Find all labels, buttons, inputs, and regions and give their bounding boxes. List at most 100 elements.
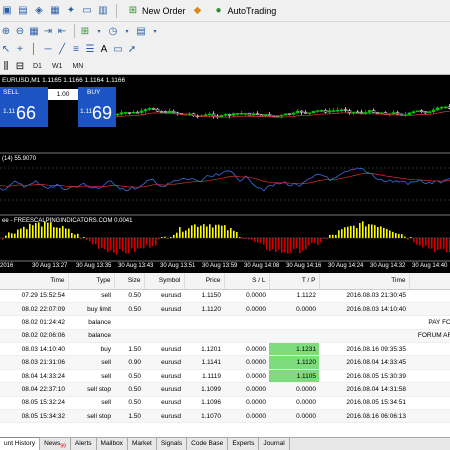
trendline-icon[interactable]: ╱ [56, 42, 68, 56]
histogram-bar [314, 238, 316, 244]
column-header[interactable]: Size [114, 273, 145, 290]
tab-news[interactable]: News99 [40, 438, 71, 450]
text-icon[interactable]: A [98, 42, 110, 56]
column-header[interactable]: Time [319, 273, 410, 290]
column-header[interactable]: S / L [224, 273, 270, 290]
candle-body [127, 112, 132, 114]
timeframe-d1[interactable]: D1 [28, 59, 47, 73]
candle-body [431, 109, 436, 112]
navigator-icon[interactable]: ✦ [64, 4, 78, 18]
zoom-out-icon[interactable]: ⊖ [14, 24, 26, 38]
periods-dropdown-icon[interactable]: ▾ [121, 24, 133, 38]
crosshair-icon[interactable]: + [14, 42, 26, 56]
one-click-sell-button[interactable]: SELL 1.11 66 [0, 87, 48, 127]
tab-alerts[interactable]: Alerts [71, 438, 97, 450]
cell-symbol: eurusd [144, 289, 184, 303]
column-header[interactable]: Price [184, 273, 225, 290]
histogram-bar [152, 238, 154, 247]
table-row[interactable]: 08.05 15:34:32 sell stop 1.50 eurusd 1.1070 0… [0, 409, 450, 424]
vertical-line-icon[interactable]: │ [28, 42, 40, 56]
cell-time: 08.05 15:32:24 [0, 396, 68, 411]
table-row[interactable]: 08.03 14:10:40 buy 1.50 eurusd 1.1201 0.0000 1… [0, 342, 450, 357]
templates-icon[interactable]: ▤ [135, 24, 147, 38]
timeframe-w1[interactable]: W1 [47, 59, 68, 73]
cell-sl: 0.0000 [224, 382, 269, 397]
tab-code-base[interactable]: Code Base [187, 438, 229, 450]
new-order-button[interactable]: ⊞ New Order [121, 2, 191, 20]
profiles-icon[interactable]: ▤ [16, 4, 30, 18]
histogram-bar [374, 225, 376, 238]
table-row[interactable]: 08.03 21:31:06 sell 0.90 eurusd 1.1141 0.0000… [0, 355, 450, 370]
strategy-tester-icon[interactable]: ▥ [96, 4, 110, 18]
channel-icon[interactable]: ≡ [70, 42, 82, 56]
histogram-bar [293, 238, 295, 249]
indicators-icon[interactable]: ⊞ [79, 24, 91, 38]
candle-body [231, 113, 236, 116]
rsi-line [0, 167, 450, 192]
fibonacci-icon[interactable]: ☰ [84, 42, 96, 56]
tab-experts[interactable]: Experts [228, 438, 260, 450]
candlestick-icon[interactable]: ⊟ [14, 59, 26, 73]
periods-icon[interactable]: ◷ [107, 24, 119, 38]
auto-scroll-icon[interactable]: ⇥ [42, 24, 54, 38]
histogram-bar [89, 238, 91, 242]
tab-journal[interactable]: Journal [259, 438, 290, 450]
candle-body [371, 110, 376, 113]
table-row[interactable]: 08.02 22:07:09 buy limit 0.50 eurusd 1.1120 0… [0, 302, 450, 317]
data-window-icon[interactable]: ▦ [48, 4, 62, 18]
table-row[interactable]: 08.04 14:33:24 sell 0.50 eurusd 1.1119 0.0000… [0, 369, 450, 384]
tile-windows-icon[interactable]: ▦ [28, 24, 40, 38]
text-label-icon[interactable]: ▭ [112, 42, 124, 56]
table-row[interactable]: 07.29 15:52:54 sell 0.50 eurusd 1.1150 0.0000… [0, 289, 450, 303]
column-header[interactable]: Pric [409, 273, 450, 290]
cell-time: 07.29 15:52:54 [0, 289, 68, 303]
chart-shift-icon[interactable]: ⇤ [56, 24, 68, 38]
histogram-bar [263, 238, 265, 245]
lot-size-input[interactable]: 1.00 [48, 89, 78, 100]
column-header[interactable]: Type [68, 273, 115, 290]
autotrading-button[interactable]: ● AutoTrading [207, 2, 282, 20]
tab-market[interactable]: Market [128, 438, 157, 450]
zoom-in-icon[interactable]: ⊕ [0, 24, 12, 38]
candle-body [211, 113, 216, 117]
tab-signals[interactable]: Signals [157, 438, 188, 450]
one-click-buy-button[interactable]: BUY 1.11 69 [78, 87, 116, 127]
candle-body [131, 111, 136, 114]
chart-symbol-title: EURUSD,M1 1.1165 1.1166 1.1164 1.1166 [2, 77, 126, 84]
cursor-icon[interactable]: ↖ [0, 42, 12, 56]
table-row[interactable]: 08.02 01:24:42balancePAY FOR PO [0, 315, 450, 330]
bar-chart-icon[interactable]: ⫼ [0, 59, 12, 73]
histogram-bar [362, 221, 364, 238]
histogram-bar [59, 227, 61, 238]
histogram-bar [194, 224, 196, 238]
table-row[interactable]: 08.02 02:06:06balanceFORUM AFFILIA [0, 329, 450, 344]
cell-close-time: 2016.08.04 14:33:45 [319, 355, 409, 370]
metaeditor-icon[interactable]: ◆ [191, 4, 205, 18]
terminal-icon[interactable]: ▭ [80, 4, 94, 18]
column-header[interactable]: Time [0, 273, 69, 290]
indicators-dropdown-icon[interactable]: ▾ [93, 24, 105, 38]
horizontal-line-icon[interactable]: ─ [42, 42, 54, 56]
histogram-bar [299, 238, 301, 254]
market-watch-icon[interactable]: ◈ [32, 4, 46, 18]
histogram-bar [191, 225, 193, 238]
histogram-bar [62, 225, 64, 238]
cell-close-time: 2016.08.04 14:31:58 [319, 382, 409, 397]
column-header[interactable]: T / P [269, 273, 320, 290]
charts-toolbar: ⊕ ⊖ ▦ ⇥ ⇤ ⊞ ▾ ◷ ▾ ▤ ▾ [0, 22, 450, 40]
tab-unt-history[interactable]: unt History [0, 437, 41, 450]
histogram-bar [440, 238, 442, 250]
tab-mailbox[interactable]: Mailbox [97, 438, 128, 450]
table-row[interactable]: 08.05 15:32:24 sell 0.50 eurusd 1.1096 0.0000… [0, 396, 450, 411]
timeframe-mn[interactable]: MN [67, 59, 88, 73]
templates-dropdown-icon[interactable]: ▾ [149, 24, 161, 38]
cell-tp: 1.1231 [269, 342, 319, 357]
cell-tp: 0.0000 [269, 302, 319, 317]
arrows-icon[interactable]: ➚ [126, 42, 138, 56]
new-chart-icon[interactable]: ▣ [0, 4, 14, 18]
table-row[interactable]: 08.04 22:37:10 sell stop 0.50 eurusd 1.1099 0… [0, 382, 450, 397]
price-chart[interactable]: EURUSD,M1 1.1165 1.1166 1.1164 1.1166 SE… [0, 75, 450, 273]
candle-body [351, 111, 356, 114]
column-header[interactable]: Symbol [144, 273, 185, 290]
candle-body [227, 114, 232, 116]
